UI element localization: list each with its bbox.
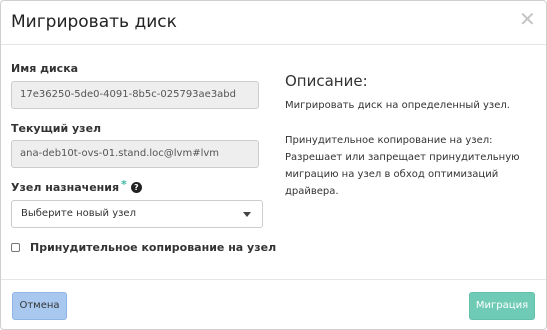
description-summary: Мигрировать диск на определенный узел. [285, 100, 510, 111]
dialog-header: Мигрировать диск ✕ [1, 1, 546, 45]
current-host-label: Текущий узел [11, 122, 102, 135]
dest-host-select-value: Выберите новый узел [21, 208, 136, 219]
description-detail: Принудительное копирование на узел: Разр… [285, 135, 520, 197]
required-marker: * [121, 178, 127, 191]
current-host-field: ana-deb10t-ovs-01.stand.loc@lvm#lvm [11, 140, 259, 168]
close-icon[interactable]: ✕ [519, 9, 536, 29]
disk-name-field: 17e36250-5de0-4091-8b5c-025793ae3abd [11, 81, 259, 109]
migrate-volume-dialog: Мигрировать диск ✕ Имя диска 17e36250-5d… [0, 0, 547, 330]
force-copy-label[interactable]: Принудительное копирование на узел [30, 241, 276, 254]
dest-host-label-row: Узел назначения *? [11, 178, 142, 194]
description-title: Описание: [285, 72, 368, 90]
question-circle-icon[interactable]: ? [130, 182, 142, 193]
dest-host-select[interactable]: Выберите новый узел [11, 200, 263, 228]
caret-down-icon [243, 212, 251, 217]
dialog-title: Мигрировать диск [11, 12, 177, 32]
dialog-footer: Отмена Миграция [1, 279, 546, 329]
cancel-button[interactable]: Отмена [12, 292, 67, 320]
dest-host-label: Узел назначения [11, 181, 120, 194]
disk-name-label: Имя диска [11, 62, 79, 75]
force-copy-checkbox[interactable] [11, 242, 20, 252]
migrate-button[interactable]: Миграция [469, 292, 535, 320]
force-copy-row: Принудительное копирование на узел [11, 240, 276, 254]
